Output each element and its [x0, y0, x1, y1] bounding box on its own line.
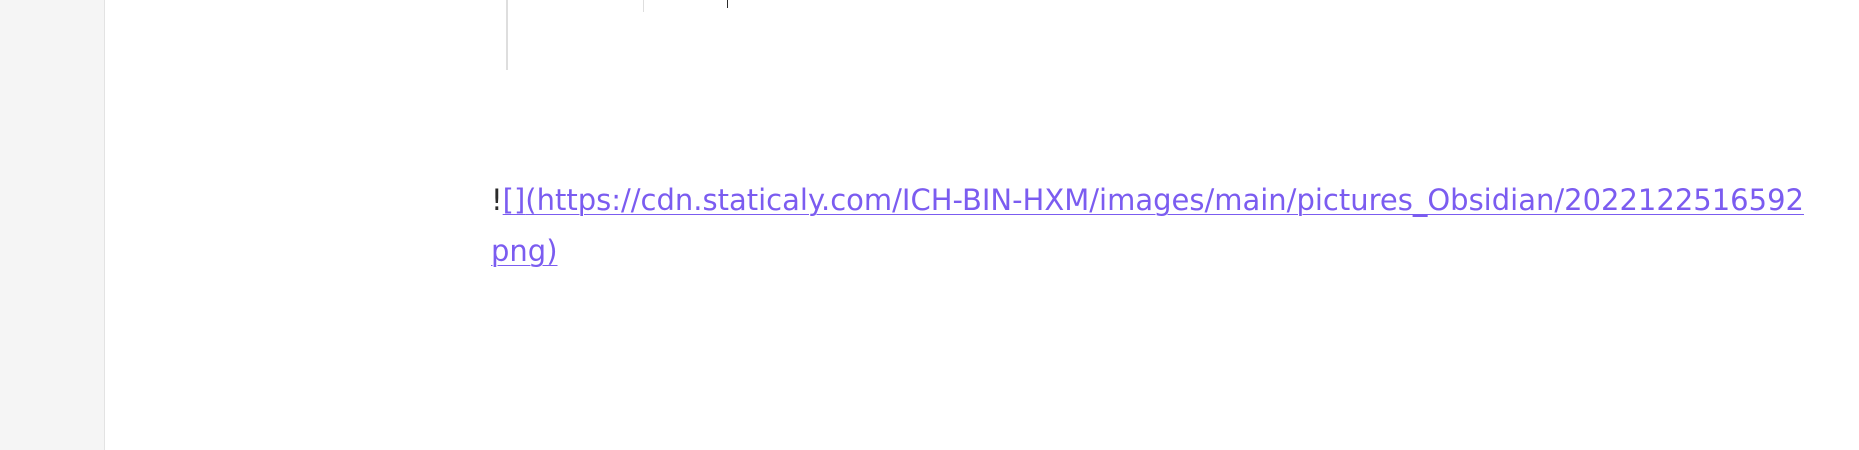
image-link-brackets[interactable]: [] [503, 183, 526, 217]
text-cursor [727, 0, 728, 8]
indent-guide-line [643, 0, 644, 12]
left-sidebar-gutter [0, 0, 105, 450]
obsidian-editor-window: ![](https://cdn.staticaly.com/ICH-BIN-HX… [0, 0, 1859, 450]
image-url-link-continued[interactable]: png) [491, 234, 558, 268]
embed-bang: ! [491, 183, 503, 217]
markdown-editor-pane[interactable]: ![](https://cdn.staticaly.com/ICH-BIN-HX… [106, 0, 1859, 450]
image-url-link[interactable]: (https://cdn.staticaly.com/ICH-BIN-HXM/i… [525, 183, 1804, 217]
indent-guide-line [506, 0, 508, 70]
image-embed-markdown-line[interactable]: ![](https://cdn.staticaly.com/ICH-BIN-HX… [491, 175, 1859, 277]
